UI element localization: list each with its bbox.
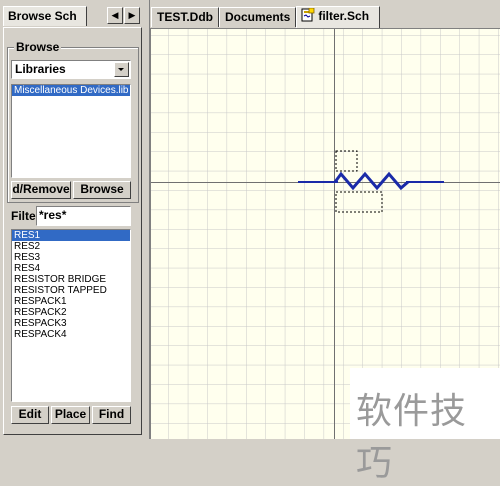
library-list[interactable]: Miscellaneous Devices.lib [11,84,131,178]
browse-button[interactable]: Browse [73,181,131,199]
triangle-right-icon: ▶ [128,10,136,20]
tab-test-ddb[interactable]: TEST.Ddb [151,7,219,27]
tab-filter-sch-label: filter.Sch [318,9,370,23]
watermark: 软件技巧 [350,368,500,484]
add-remove-button[interactable]: d/Remove [11,181,71,199]
library-item[interactable]: Miscellaneous Devices.lib [12,85,130,96]
filter-label: Filte [11,209,36,223]
component-item[interactable]: RES2 [12,241,130,252]
component-item[interactable]: RESPACK4 [12,329,130,340]
edit-button[interactable]: Edit [11,406,49,424]
browse-group-label: Browse [14,40,62,54]
browse-type-select[interactable]: Libraries [11,60,131,79]
component-list[interactable]: RES1 RES2 RES3 RES4 RESISTOR BRIDGE RESI… [11,229,131,402]
component-item[interactable]: RES4 [12,263,130,274]
tab-filter-sch[interactable]: filter.Sch [296,6,380,28]
schematic-doc-icon [301,7,315,22]
component-item[interactable]: RES3 [12,252,130,263]
tab-documents[interactable]: Documents [219,7,296,27]
component-item[interactable]: RESPACK3 [12,318,130,329]
browse-type-value: Libraries [15,62,66,76]
watermark-text: 软件技巧 [356,391,468,484]
nav-next-button[interactable]: ▶ [124,7,140,24]
component-item[interactable]: RESPACK2 [12,307,130,318]
component-item[interactable]: RESPACK1 [12,296,130,307]
browse-sch-tab[interactable]: Browse Sch [3,6,87,26]
component-item[interactable]: RESISTOR BRIDGE [12,274,130,285]
nav-prev-button[interactable]: ◀ [107,7,123,24]
find-button[interactable]: Find [92,406,131,424]
component-item[interactable]: RES1 [12,230,130,241]
browse-panel: Browse Sch ◀ ▶ Browse Libraries Miscella… [0,0,146,439]
component-item[interactable]: RESISTOR TAPPED [12,285,130,296]
triangle-left-icon: ◀ [111,10,119,20]
place-button[interactable]: Place [51,406,90,424]
chevron-down-icon[interactable] [114,62,129,77]
filter-input[interactable]: *res* [36,206,131,226]
